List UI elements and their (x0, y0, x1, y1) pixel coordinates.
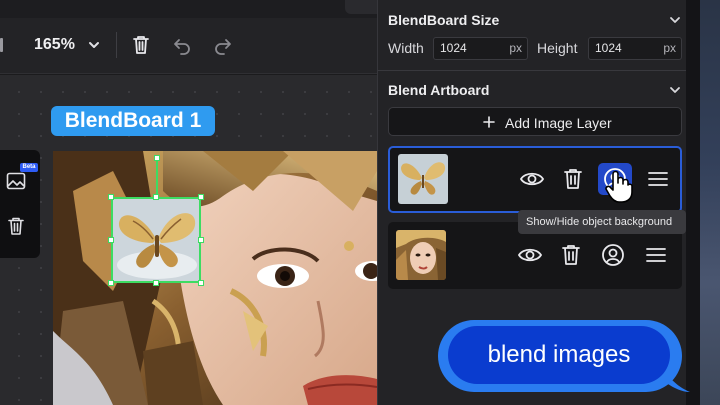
section-title-artboard[interactable]: Blend Artboard (388, 82, 489, 98)
width-unit: px (509, 41, 522, 55)
width-value: 1024 (440, 41, 467, 55)
redo-icon[interactable] (212, 34, 234, 56)
toolbar-separator (116, 32, 117, 58)
image-icon[interactable] (6, 172, 26, 190)
rotation-handle-line (156, 159, 158, 197)
width-input[interactable]: 1024 px (433, 37, 528, 60)
menu-icon[interactable] (643, 242, 669, 268)
chevron-down-icon[interactable] (668, 83, 682, 97)
add-image-layer-button[interactable]: Add Image Layer (388, 107, 682, 136)
beta-badge: Beta (20, 163, 38, 172)
eye-icon[interactable] (517, 242, 543, 268)
resize-handle[interactable] (198, 280, 204, 286)
chevron-down-icon[interactable] (86, 37, 102, 53)
layer-thumbnail (398, 154, 448, 204)
zoom-level[interactable]: 165% (34, 36, 75, 54)
height-label: Height (537, 40, 578, 56)
resize-handle[interactable] (108, 194, 114, 200)
resize-handle[interactable] (153, 194, 159, 200)
window-edge (686, 0, 700, 405)
delete-icon[interactable] (558, 242, 584, 268)
tooltip: Show/Hide object background (518, 210, 686, 234)
caption-bubble-tail (668, 376, 690, 392)
resize-handle[interactable] (153, 280, 159, 286)
layer-thumbnail (396, 230, 446, 280)
toolbar-edge-icon (0, 38, 3, 52)
delete-icon[interactable] (130, 34, 152, 56)
undo-icon[interactable] (171, 34, 193, 56)
plus-icon (483, 116, 495, 128)
chevron-down-icon[interactable] (668, 13, 682, 27)
menu-icon[interactable] (645, 166, 671, 192)
resize-handle[interactable] (108, 280, 114, 286)
section-title-size[interactable]: BlendBoard Size (388, 12, 499, 28)
hand-cursor-icon (605, 170, 633, 203)
resize-handle[interactable] (198, 237, 204, 243)
section-divider (378, 70, 687, 71)
object-background-icon[interactable] (600, 242, 626, 268)
height-input[interactable]: 1024 px (588, 37, 682, 60)
selection-box[interactable] (111, 197, 201, 283)
window-top-strip (0, 0, 377, 18)
add-image-layer-label: Add Image Layer (505, 115, 612, 131)
rotation-handle[interactable] (154, 155, 160, 161)
resize-handle[interactable] (198, 194, 204, 200)
height-value: 1024 (595, 41, 622, 55)
eye-icon[interactable] (519, 166, 545, 192)
delete-icon[interactable] (6, 216, 26, 236)
resize-handle[interactable] (108, 237, 114, 243)
board-title[interactable]: BlendBoard 1 (51, 106, 215, 136)
caption-text: blend images (448, 326, 670, 384)
width-label: Width (388, 40, 424, 56)
delete-icon[interactable] (560, 166, 586, 192)
layer-item[interactable] (388, 146, 682, 213)
height-unit: px (663, 41, 676, 55)
window-corner (345, 0, 377, 14)
portrait-image[interactable] (53, 151, 377, 405)
